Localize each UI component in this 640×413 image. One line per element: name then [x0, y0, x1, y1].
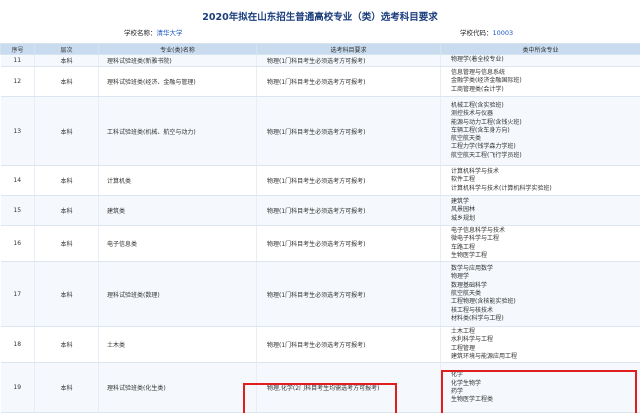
- row-level: 本科: [34, 326, 99, 364]
- included-major-item: 建筑环境与能源应用工程: [451, 353, 518, 361]
- table-row: 13 本科 工科试验班类(机械、航空与动力) 物理(1门科目考生必须选考方可报考) 机械…: [0, 96, 640, 166]
- row-major-name: 理科试验班类(化生类): [98, 362, 257, 413]
- included-major-item: 微电子科学与工程: [451, 235, 500, 243]
- included-major-item: 航空航天工程(飞行学员班): [451, 151, 522, 159]
- row-requirement: 物理(1门科目考生必须选考方可报考): [256, 96, 441, 166]
- row-major-name: 工科试验班类(机械、航空与动力): [98, 96, 257, 166]
- included-major-item: 生物医学工程: [451, 251, 488, 259]
- row-number: 14: [0, 165, 35, 196]
- row-included-majors: 电子信息科学与技术 微电子科学与工程 车路工程 生物医学工程: [440, 225, 640, 263]
- row-major-name: 理科试验班类(经济、金融与管理): [98, 66, 257, 97]
- school-code-label: 学校代码：: [460, 29, 493, 37]
- table-row: 14 本科 计算机类 物理(1门科目考生必须选考方可报考) 计算机科学与技术 软件工程 计算…: [0, 165, 640, 196]
- row-number: 19: [0, 362, 35, 413]
- included-major-item: 工程力学(钱学森力学班): [451, 143, 516, 151]
- table-row: 12 本科 理科试验班类(经济、金融与管理) 物理(1门科目考生必须选考方可报考) 信息…: [0, 66, 640, 97]
- included-major-item: 工程物理(含核能实验班): [451, 298, 516, 306]
- included-major-item: 车路工程: [451, 243, 476, 251]
- school-name-row: 学校名称：清华大学: [124, 27, 183, 37]
- col-header-level: 层次: [34, 43, 99, 55]
- included-major-item: 风景园林: [451, 206, 476, 214]
- row-level: 本科: [34, 66, 99, 97]
- included-major-item: 车辆工程(含车身方向): [451, 126, 510, 134]
- row-number: 15: [0, 195, 35, 226]
- included-major-item: 核工程与核技术: [451, 306, 494, 314]
- row-level: 本科: [34, 195, 99, 226]
- row-major-name: 理科试验班类(数理): [98, 261, 257, 328]
- included-major-item: 测控技术与仪器: [451, 110, 494, 118]
- included-major-item: 机械工程(含实验班): [451, 101, 504, 109]
- row-major-name: 电子信息类: [98, 225, 257, 263]
- col-header-included: 类中所含专业: [440, 43, 640, 55]
- school-name-label: 学校名称：: [124, 29, 157, 37]
- included-major-item: 物理学: [451, 273, 470, 281]
- row-included-majors: 化学 化学生物学 药学 生物医学工程类: [440, 362, 640, 413]
- included-major-item: 城乡规划: [451, 214, 476, 222]
- row-level: 本科: [34, 96, 99, 166]
- row-requirement: 物理(1门科目考生必须选考方可报考): [256, 195, 441, 226]
- included-major-item: 工程管理: [451, 344, 476, 352]
- row-included-majors: 信息管理与信息系统 金融学类(经济金融国际班) 工商管理类(会计学): [440, 66, 640, 97]
- table-row: 15 本科 建筑类 物理(1门科目考生必须选考方可报考) 建筑学 风景园林 城乡规划: [0, 195, 640, 226]
- row-level: 本科: [34, 165, 99, 196]
- row-number: 17: [0, 261, 35, 328]
- table-row: 19 本科 理科试验班类(化生类) 物理,化学(2门科目考生均需选考方可报考) 化学 化学…: [0, 362, 640, 413]
- requirements-table: 序号 层次 专业(类)名称 选考科目要求 类中所含专业 11 本科 理科试验班类(新…: [0, 43, 640, 413]
- row-number: 11: [0, 54, 35, 67]
- row-included-majors: 土木工程 水利科学与工程 工程管理 建筑环境与能源应用工程: [440, 326, 640, 364]
- row-requirement: 物理(1门科目考生必须选考方可报考): [256, 326, 441, 364]
- included-major-item: 计算机科学与技术(计算机科学实验班): [451, 184, 552, 192]
- row-number: 12: [0, 66, 35, 97]
- included-major-item: 数理基础科学: [451, 281, 488, 289]
- row-requirement: 物理(1门科目考生必须选考方可报考): [256, 225, 441, 263]
- row-requirement: 物理(1门科目考生必须选考方可报考): [256, 165, 441, 196]
- included-major-item: 工商管理类(会计学): [451, 85, 504, 93]
- row-number: 16: [0, 225, 35, 263]
- included-major-item: 材料类(科学与工程): [451, 314, 504, 322]
- row-included-majors: 建筑学 风景园林 城乡规划: [440, 195, 640, 226]
- row-level: 本科: [34, 54, 99, 67]
- row-requirement: 物理,化学(2门科目考生均需选考方可报考): [256, 362, 441, 413]
- row-level: 本科: [34, 261, 99, 328]
- col-header-major: 专业(类)名称: [98, 43, 257, 55]
- row-level: 本科: [34, 362, 99, 413]
- school-code-row: 学校代码：10003: [460, 27, 513, 37]
- included-major-item: 软件工程: [451, 176, 476, 184]
- col-header-requirement: 选考科目要求: [256, 43, 441, 55]
- included-major-item: 计算机科学与技术: [451, 168, 500, 176]
- school-name-value: 清华大学: [156, 29, 183, 37]
- table-row: 11 本科 理科试验班类(新雅书院) 物理(1门科目考生必须选考方可报考) 物理学(着全…: [0, 54, 640, 67]
- row-requirement: 物理(1门科目考生必须选考方可报考): [256, 66, 441, 97]
- included-major-item: 药学: [451, 387, 464, 395]
- table-header-row: 序号 层次 专业(类)名称 选考科目要求 类中所含专业: [0, 43, 640, 55]
- row-included-majors: 数学与应用数学 物理学 数理基础科学 航空航天类 工程物理(含核能实验班) 核工程与核技术…: [440, 261, 640, 328]
- row-number: 13: [0, 96, 35, 166]
- included-major-item: 能源与动力工程(含钱火班): [451, 118, 522, 126]
- included-major-item: 建筑学: [451, 198, 470, 206]
- included-major-item: 化学: [451, 371, 464, 379]
- row-included-majors: 物理学(着全校专业): [440, 54, 640, 67]
- row-major-name: 理科试验班类(新雅书院): [98, 54, 257, 67]
- row-level: 本科: [34, 225, 99, 263]
- included-major-item: 水利科学与工程: [451, 336, 494, 344]
- col-header-no: 序号: [0, 43, 35, 55]
- included-major-item: 化学生物学: [451, 379, 482, 387]
- row-major-name: 建筑类: [98, 195, 257, 226]
- row-major-name: 土木类: [98, 326, 257, 364]
- included-major-item: 生物医学工程类: [451, 396, 494, 404]
- page-title: 2020年拟在山东招生普通高校专业（类）选考科目要求: [202, 12, 438, 23]
- row-included-majors: 计算机科学与技术 软件工程 计算机科学与技术(计算机科学实验班): [440, 165, 640, 196]
- row-included-majors: 机械工程(含实验班) 测控技术与仪器 能源与动力工程(含钱火班) 车辆工程(含车身方向…: [440, 96, 640, 166]
- included-major-item: 数学与应用数学: [451, 265, 494, 273]
- row-number: 18: [0, 326, 35, 364]
- included-major-item: 物理学(着全校专业): [451, 56, 504, 64]
- row-requirement: 物理(1门科目考生必须选考方可报考): [256, 54, 441, 67]
- table-row: 18 本科 土木类 物理(1门科目考生必须选考方可报考) 土木工程 水利科学与工程 工程管理…: [0, 326, 640, 364]
- row-major-name: 计算机类: [98, 165, 257, 196]
- school-code-value: 10003: [492, 29, 514, 37]
- table-row: 17 本科 理科试验班类(数理) 物理(1门科目考生必须选考方可报考) 数学与应用数学物…: [0, 261, 640, 328]
- table-row: 16 本科 电子信息类 物理(1门科目考生必须选考方可报考) 电子信息科学与技术 微电子科…: [0, 225, 640, 263]
- row-requirement: 物理(1门科目考生必须选考方可报考): [256, 261, 441, 328]
- included-major-item: 金融学类(经济金融国际班): [451, 77, 522, 85]
